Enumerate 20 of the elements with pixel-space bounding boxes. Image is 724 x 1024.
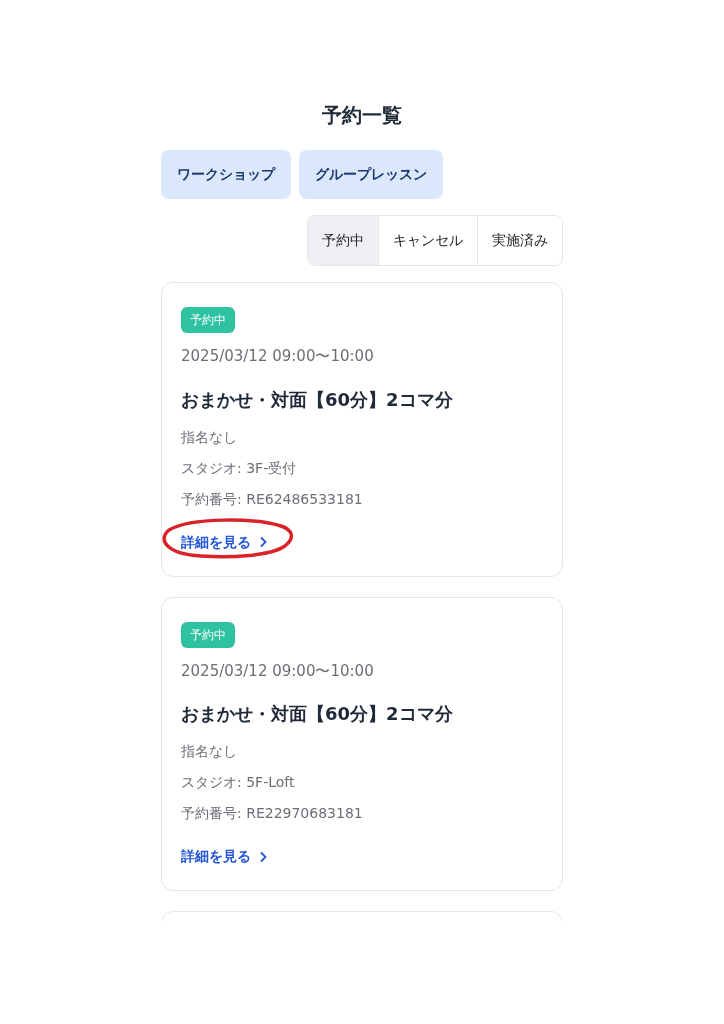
status-badge: 予約中	[181, 307, 235, 333]
page-title: 予約一覧	[321, 102, 403, 129]
course-title: おまかせ・対面【60分】2コマ分	[181, 702, 454, 726]
chevron-right-icon	[259, 850, 267, 863]
category-button[interactable]: グループレッスン	[299, 150, 443, 199]
date-time: 2025/03/12 09:00〜10:00	[181, 346, 375, 367]
date-time: 2025/03/12 09:00〜10:00	[181, 660, 375, 682]
staff-text: 指名なし	[181, 742, 238, 761]
status-tab[interactable]: 予約中	[308, 216, 378, 265]
status-badge: 予約中	[181, 621, 235, 648]
reservation-number: 予約番号: RE62486533181	[181, 489, 364, 509]
status-tab[interactable]: 実施済み	[477, 216, 562, 265]
staff-text: 指名なし	[181, 427, 238, 447]
course-title: おまかせ・対面【60分】2コマ分	[181, 387, 454, 412]
studio-text: スタジオ: 5F-Loft	[181, 773, 296, 792]
chevron-right-icon	[259, 536, 267, 548]
details-link[interactable]: 詳細を見る	[181, 846, 267, 867]
reservation-number: 予約番号: RE22970683181	[181, 804, 364, 823]
studio-text: スタジオ: 3F-受付	[181, 458, 298, 478]
category-button[interactable]: ワークショップ	[161, 150, 291, 199]
